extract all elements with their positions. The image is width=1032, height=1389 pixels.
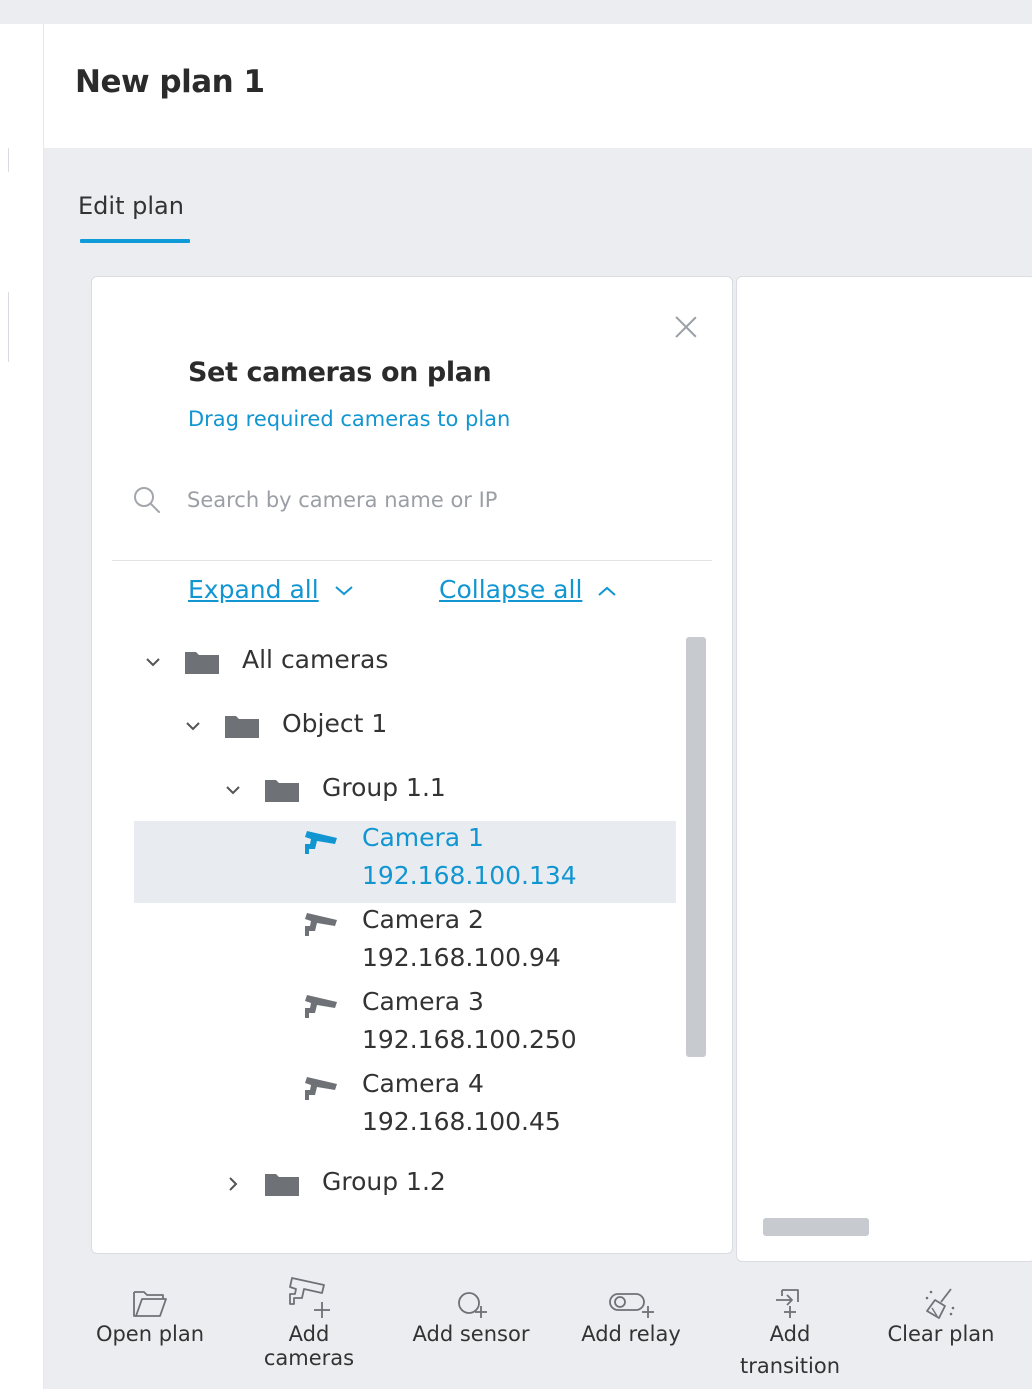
add-sensor-button[interactable]: Add sensor	[396, 1268, 546, 1346]
active-tab-indicator	[80, 239, 190, 243]
tab-edit-plan[interactable]: Edit plan	[78, 192, 184, 220]
camera-icon	[305, 995, 337, 1018]
tool-label: transition	[739, 1354, 841, 1378]
tree-node-group-1-2[interactable]: Group 1.2	[92, 1165, 672, 1205]
add-camera-icon	[289, 1277, 330, 1318]
left-sidebar	[0, 24, 44, 1389]
sidebar-divider	[8, 148, 9, 172]
camera-item[interactable]: Camera 2 192.168.100.94	[134, 903, 676, 985]
clear-plan-button[interactable]: Clear plan	[876, 1268, 1006, 1346]
divider	[112, 560, 712, 561]
camera-name: Camera 4	[362, 1069, 484, 1098]
folder-icon	[265, 1174, 299, 1196]
expand-all-button[interactable]: Expand all	[188, 575, 355, 604]
folder-icon	[265, 780, 299, 802]
tool-label: Add	[288, 1322, 330, 1346]
collapse-all-label: Collapse all	[439, 575, 583, 604]
tree-label: Object 1	[282, 709, 388, 738]
add-sensor-icon	[458, 1292, 487, 1318]
chevron-down-icon[interactable]	[222, 779, 244, 801]
tree-label: All cameras	[242, 645, 389, 674]
tool-label: Clear plan	[887, 1322, 995, 1346]
chevron-right-icon[interactable]	[222, 1173, 244, 1195]
page-title: New plan 1	[75, 64, 265, 100]
tree-scrollbar[interactable]	[686, 637, 706, 1057]
camera-item[interactable]: Camera 3 192.168.100.250	[134, 985, 676, 1067]
folder-open-icon	[133, 1291, 167, 1317]
broom-icon	[925, 1288, 955, 1319]
folder-icon	[185, 652, 219, 674]
camera-name: Camera 3	[362, 987, 484, 1016]
expand-all-label: Expand all	[188, 575, 319, 604]
camera-name: Camera 2	[362, 905, 484, 934]
camera-ip: 192.168.100.45	[362, 1107, 561, 1136]
search-icon	[134, 487, 160, 513]
camera-ip: 192.168.100.250	[362, 1025, 577, 1054]
chevron-up-icon	[598, 586, 617, 596]
camera-item[interactable]: Camera 1 192.168.100.134	[134, 821, 676, 903]
add-relay-icon	[609, 1293, 654, 1318]
camera-icon	[305, 913, 337, 936]
camera-ip: 192.168.100.94	[362, 943, 561, 972]
panel-title: Set cameras on plan	[188, 357, 492, 388]
chevron-down-icon[interactable]	[142, 651, 164, 673]
panel-subtitle: Drag required cameras to plan	[188, 407, 511, 431]
chevron-down-icon	[334, 586, 353, 596]
chevron-down-icon[interactable]	[182, 715, 204, 737]
open-plan-button[interactable]: Open plan	[84, 1268, 216, 1346]
tool-label: Add	[769, 1322, 811, 1346]
sidebar-divider	[8, 292, 9, 362]
tree-label: Group 1.1	[322, 773, 446, 802]
camera-ip: 192.168.100.134	[362, 861, 577, 890]
tool-label: Add relay	[581, 1322, 681, 1346]
tool-label: cameras	[263, 1346, 355, 1370]
camera-name: Camera 1	[362, 823, 484, 852]
tool-label: Open plan	[95, 1322, 205, 1346]
camera-icon	[305, 1077, 337, 1100]
tree-label: Group 1.2	[322, 1167, 446, 1196]
content-area: Edit plan Set cameras on plan Drag requi…	[44, 148, 1032, 1389]
bottom-toolbar: Open plan Add cameras Add sensor Add rel…	[44, 1268, 1032, 1389]
horizontal-scrollbar[interactable]	[763, 1218, 869, 1236]
plan-canvas[interactable]	[736, 276, 1032, 1262]
camera-icon	[305, 831, 337, 854]
tree-node-all-cameras[interactable]: All cameras	[92, 643, 672, 683]
folder-icon	[225, 716, 259, 738]
camera-item[interactable]: Camera 4 192.168.100.45	[134, 1067, 676, 1149]
collapse-all-button[interactable]: Collapse all	[439, 575, 618, 604]
close-button[interactable]	[670, 311, 702, 343]
tree-node-object[interactable]: Object 1	[92, 707, 672, 747]
add-relay-button[interactable]: Add relay	[566, 1268, 696, 1346]
add-transition-icon	[776, 1289, 799, 1318]
add-transition-button[interactable]: Add transition	[724, 1268, 856, 1378]
add-cameras-button[interactable]: Add cameras	[244, 1268, 374, 1370]
page-header: New plan 1	[44, 24, 1032, 148]
search-input[interactable]	[187, 481, 667, 519]
top-bar	[0, 0, 1032, 24]
search-box	[132, 481, 692, 521]
tool-label: Add sensor	[412, 1322, 530, 1346]
tree-node-group-1-1[interactable]: Group 1.1	[92, 771, 672, 811]
camera-panel: Set cameras on plan Drag required camera…	[91, 276, 733, 1254]
